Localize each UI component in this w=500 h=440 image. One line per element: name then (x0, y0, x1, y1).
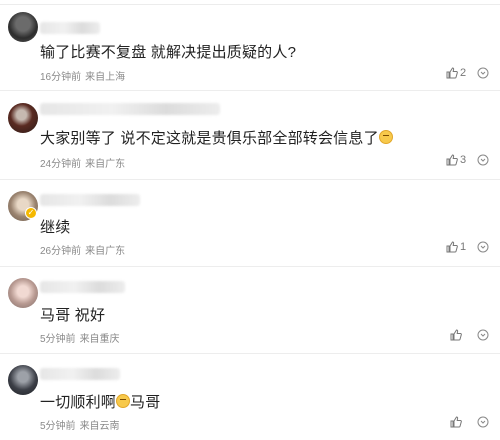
comment-text-content: 一切顺利啊 (40, 394, 117, 411)
comment-meta: 16分钟前 来自上海 (40, 68, 129, 83)
comment-time: 16分钟前 (40, 72, 82, 83)
more-options-icon[interactable] (477, 329, 489, 341)
comment-location: 来自广东 (85, 159, 126, 170)
comment-text-content: 马哥 (130, 394, 161, 411)
username[interactable] (40, 281, 125, 293)
comment-location: 来自重庆 (79, 334, 120, 345)
comment-item: 一切顺利啊 马哥 5分钟前 来自云南 (0, 353, 500, 440)
verified-badge-icon: ✓ (25, 207, 37, 219)
thumbs-up-icon (450, 416, 462, 428)
thumbs-up-icon (446, 154, 458, 166)
more-options-icon[interactable] (477, 154, 489, 166)
comment-location: 来自广东 (85, 246, 126, 257)
comment-item: 马哥 祝好 5分钟前 来自重庆 (0, 266, 500, 353)
like-button[interactable] (450, 328, 462, 342)
comment-time: 5分钟前 (40, 421, 76, 432)
comment-item: 大家别等了 说不定这就是贵俱乐部全部转会信息了 24分钟前 来自广东 3 (0, 90, 500, 179)
username[interactable] (40, 194, 140, 206)
comment-text: 输了比赛不复盘 就解决提出质疑的人? (40, 44, 297, 61)
comment-item: ✓ 继续 26分钟前 来自广东 1 (0, 179, 500, 266)
like-count: 2 (460, 67, 467, 79)
more-options-icon[interactable] (477, 67, 489, 79)
comment-location: 来自云南 (79, 421, 120, 432)
comment-text: 继续 (40, 219, 71, 236)
username[interactable] (40, 103, 220, 115)
like-count: 1 (460, 241, 467, 253)
comment-text: 一切顺利啊 马哥 (40, 391, 160, 412)
thumbs-up-icon (446, 67, 458, 79)
comment-time: 26分钟前 (40, 246, 82, 257)
comment-text-content: 大家别等了 说不定这就是贵俱乐部全部转会信息了 (40, 130, 379, 147)
comment-location: 来自上海 (85, 72, 126, 83)
username[interactable] (40, 368, 120, 380)
thumbs-up-icon (446, 241, 458, 253)
crying-emoji-icon (116, 394, 131, 408)
more-options-icon[interactable] (477, 241, 489, 253)
username[interactable] (40, 22, 100, 34)
user-avatar-icon[interactable] (8, 103, 38, 133)
like-button[interactable]: 3 (446, 153, 466, 167)
user-avatar-icon[interactable] (8, 365, 38, 395)
like-count: 3 (460, 154, 467, 166)
comment-meta: 5分钟前 来自云南 (40, 417, 124, 432)
comment-text: 马哥 祝好 (40, 307, 106, 324)
thumbs-up-icon (450, 329, 462, 341)
like-button[interactable] (450, 415, 462, 429)
user-avatar-icon[interactable] (8, 278, 38, 308)
comment-item: 输了比赛不复盘 就解决提出质疑的人? 16分钟前 来自上海 2 (0, 0, 500, 90)
like-button[interactable]: 2 (446, 66, 466, 80)
comment-time: 5分钟前 (40, 334, 76, 345)
thinking-emoji-icon (378, 130, 393, 144)
more-options-icon[interactable] (477, 416, 489, 428)
comment-time: 24分钟前 (40, 159, 82, 170)
user-avatar-icon[interactable] (8, 12, 38, 42)
comment-meta: 26分钟前 来自广东 (40, 242, 129, 257)
like-button[interactable]: 1 (446, 240, 466, 254)
comment-meta: 24分钟前 来自广东 (40, 155, 129, 170)
comment-meta: 5分钟前 来自重庆 (40, 330, 124, 345)
comment-text: 大家别等了 说不定这就是贵俱乐部全部转会信息了 (40, 127, 393, 148)
